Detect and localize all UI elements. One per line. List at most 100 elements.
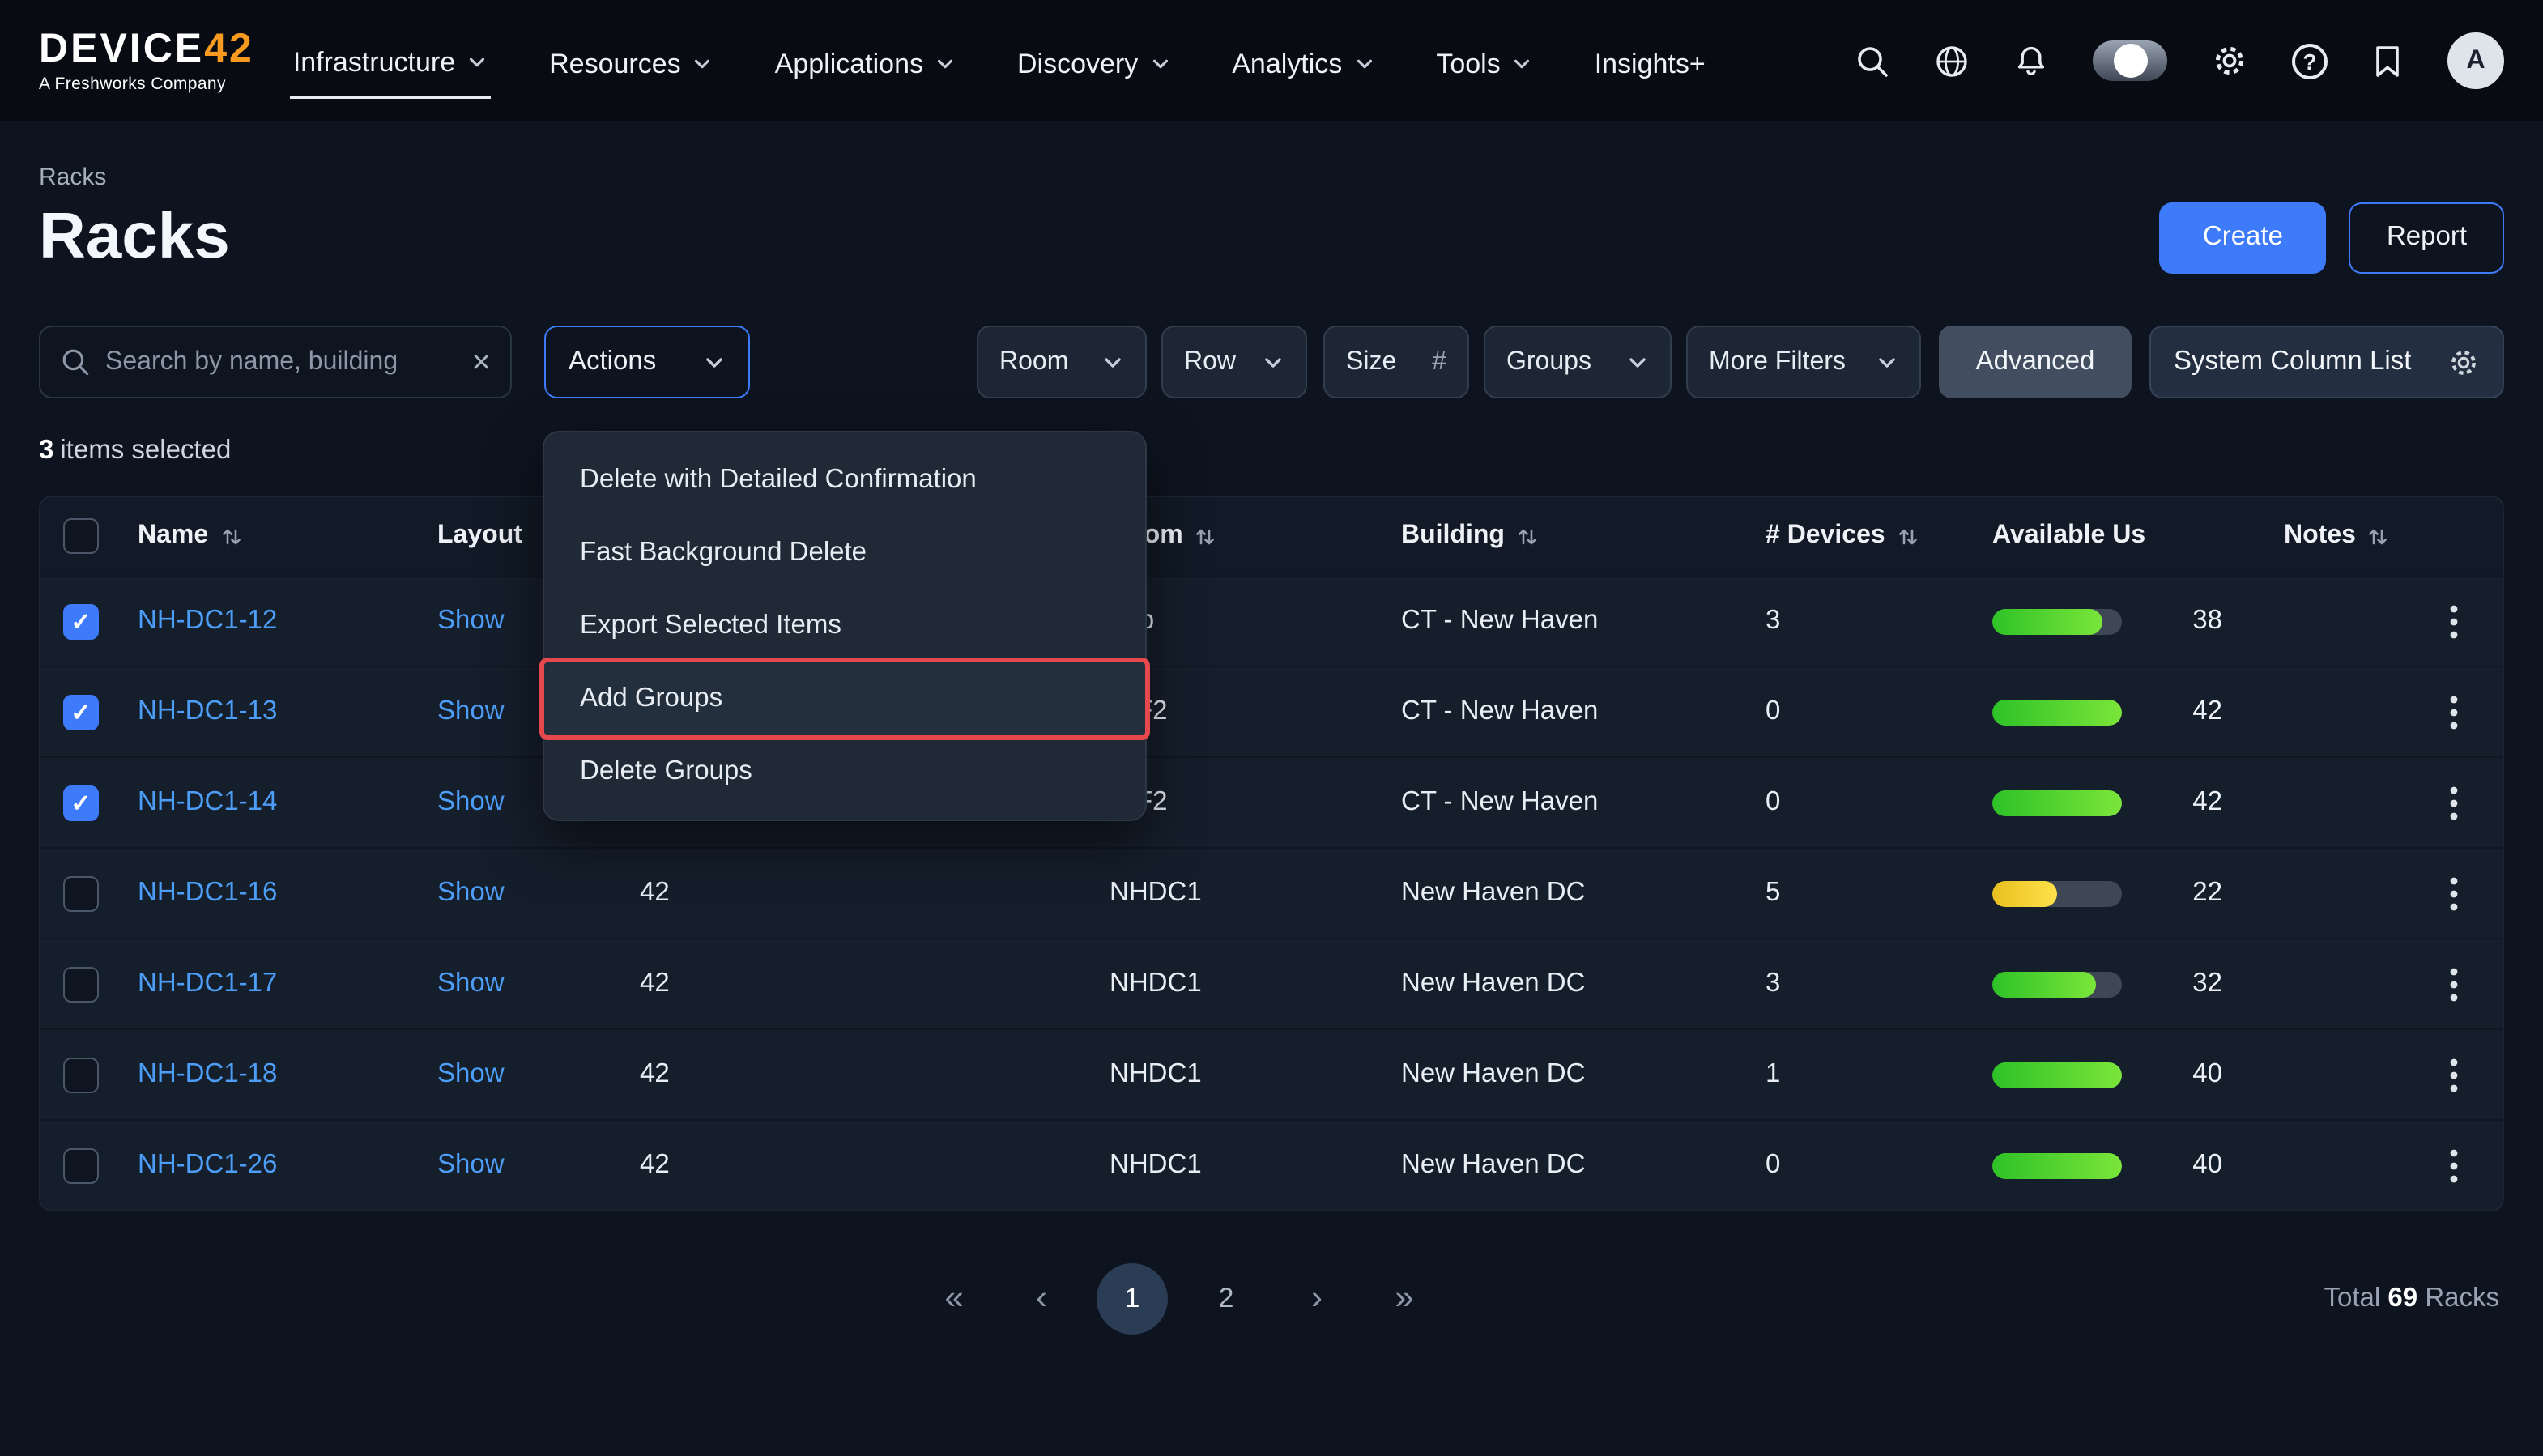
devices-count: 0 [1766, 696, 1780, 727]
row-actions-button[interactable] [2405, 692, 2503, 731]
row-checkbox[interactable] [63, 694, 99, 730]
kebab-menu-icon [2449, 692, 2459, 731]
available-units-bar [1992, 880, 2122, 906]
actions-menu-item[interactable]: Add Groups [544, 662, 1145, 735]
sort-icon[interactable] [1518, 526, 1537, 547]
column-header-building[interactable]: Building [1385, 522, 1749, 551]
column-header-name[interactable]: Name [121, 522, 421, 551]
prev-page-button[interactable]: ‹ [1009, 1267, 1074, 1331]
help-icon[interactable] [2292, 43, 2328, 79]
rack-name-link[interactable]: NH-DC1-16 [138, 878, 277, 909]
row-checkbox[interactable] [63, 875, 99, 911]
search-input[interactable] [105, 347, 458, 377]
row-actions-button[interactable] [2405, 602, 2503, 641]
page-1-button[interactable]: 1 [1097, 1263, 1168, 1335]
row-actions-button[interactable] [2405, 1146, 2503, 1185]
room-filter[interactable]: Room [977, 326, 1147, 398]
actions-menu-item[interactable]: Delete with Detailed Confirmation [544, 444, 1145, 517]
actions-menu-item[interactable]: Delete Groups [544, 735, 1145, 808]
advanced-button[interactable]: Advanced [1939, 326, 2132, 398]
page-2-button[interactable]: 2 [1191, 1263, 1262, 1335]
table-row: NH-DC1-17 Show 42 NHDC1 New Haven DC 3 3… [40, 938, 2503, 1028]
actions-menu-item[interactable]: Fast Background Delete [544, 517, 1145, 590]
layout-show-link[interactable]: Show [437, 787, 505, 818]
layout-show-link[interactable]: Show [437, 696, 505, 727]
nav-item-insights[interactable]: Insights+ [1591, 0, 1709, 121]
actions-menu-item[interactable]: Export Selected Items [544, 590, 1145, 662]
theme-toggle[interactable] [2093, 40, 2167, 81]
size-filter[interactable]: Size # [1323, 326, 1469, 398]
devices-count: 5 [1766, 878, 1780, 909]
sort-icon[interactable] [2369, 526, 2388, 547]
nav-item-analytics[interactable]: Analytics [1229, 0, 1378, 121]
avatar[interactable]: A [2447, 32, 2504, 89]
nav-item-discovery[interactable]: Discovery [1014, 0, 1174, 121]
column-header-notes[interactable]: Notes [2268, 522, 2405, 551]
bell-icon[interactable] [2013, 43, 2049, 79]
row-actions-button[interactable] [2405, 964, 2503, 1003]
select-all-checkbox[interactable] [63, 518, 99, 554]
brand-wordmark: DEVICE42 [39, 28, 254, 69]
kebab-menu-icon [2449, 783, 2459, 822]
rack-name-link[interactable]: NH-DC1-12 [138, 606, 277, 636]
devices-count: 0 [1766, 1150, 1780, 1181]
layout-show-link[interactable]: Show [437, 878, 505, 909]
more-filters[interactable]: More Filters [1686, 326, 1921, 398]
sort-icon[interactable] [221, 526, 241, 547]
groups-filter[interactable]: Groups [1484, 326, 1672, 398]
rack-name-link[interactable]: NH-DC1-17 [138, 969, 277, 999]
selection-text: items selected [60, 436, 231, 465]
table-row: NH-DC1-14 Show 42 IDF2 CT - New Haven 0 … [40, 756, 2503, 847]
size-value: 42 [640, 1150, 670, 1181]
row-checkbox[interactable] [63, 1057, 99, 1092]
table-row: NH-DC1-13 Show 42 IDF2 CT - New Haven 0 … [40, 666, 2503, 756]
row-actions-button[interactable] [2405, 874, 2503, 913]
chevron-down-icon [1876, 351, 1898, 373]
layout-show-link[interactable]: Show [437, 969, 505, 999]
rack-name-link[interactable]: NH-DC1-18 [138, 1059, 277, 1090]
clear-search-icon[interactable] [472, 346, 491, 378]
rack-name-link[interactable]: NH-DC1-26 [138, 1150, 277, 1181]
actions-dropdown-button[interactable]: Actions [544, 326, 750, 398]
layout-show-link[interactable]: Show [437, 1150, 505, 1181]
breadcrumb[interactable]: Racks [39, 164, 2504, 191]
actions-menu: Delete with Detailed ConfirmationFast Ba… [543, 431, 1147, 821]
row-checkbox[interactable] [63, 1147, 99, 1183]
row-actions-button[interactable] [2405, 783, 2503, 822]
column-header-available[interactable]: Available Us [1976, 522, 2268, 551]
create-button[interactable]: Create [2159, 202, 2327, 273]
row-checkbox[interactable] [63, 966, 99, 1002]
kebab-menu-icon [2449, 964, 2459, 1003]
first-page-button[interactable]: « [922, 1267, 986, 1331]
available-units-bar-fill [1992, 1152, 2122, 1178]
brand-name: DEVICE [39, 25, 204, 70]
layout-show-link[interactable]: Show [437, 1059, 505, 1090]
layout-show-link[interactable]: Show [437, 606, 505, 636]
brand-logo[interactable]: DEVICE42 A Freshworks Company [39, 28, 254, 93]
globe-icon[interactable] [1934, 43, 1970, 79]
system-column-list-button[interactable]: System Column List [2149, 326, 2504, 398]
row-actions-button[interactable] [2405, 1055, 2503, 1094]
nav-item-resources[interactable]: Resources [546, 0, 717, 121]
search-box[interactable] [39, 326, 512, 398]
last-page-button[interactable]: » [1372, 1267, 1437, 1331]
nav-item-tools[interactable]: Tools [1433, 0, 1536, 121]
search-icon[interactable] [1855, 43, 1890, 79]
column-header-devices[interactable]: # Devices [1749, 522, 1976, 551]
row-filter[interactable]: Row [1161, 326, 1307, 398]
next-page-button[interactable]: › [1284, 1267, 1349, 1331]
nav-item-applications[interactable]: Applications [772, 0, 959, 121]
report-button[interactable]: Report [2349, 202, 2504, 273]
chevron-down-icon [1626, 351, 1649, 373]
bookmark-icon[interactable] [2371, 43, 2404, 79]
sort-icon[interactable] [1898, 526, 1918, 547]
rack-name-link[interactable]: NH-DC1-13 [138, 696, 277, 727]
row-checkbox[interactable] [63, 603, 99, 639]
row-checkbox[interactable] [63, 785, 99, 820]
sort-icon[interactable] [1196, 526, 1216, 547]
rack-name-link[interactable]: NH-DC1-14 [138, 787, 277, 818]
gear-icon[interactable] [2211, 42, 2248, 79]
nav-item-infrastructure[interactable]: Infrastructure [290, 0, 491, 121]
devices-count: 3 [1766, 606, 1780, 636]
chevron-down-icon [1512, 53, 1533, 75]
